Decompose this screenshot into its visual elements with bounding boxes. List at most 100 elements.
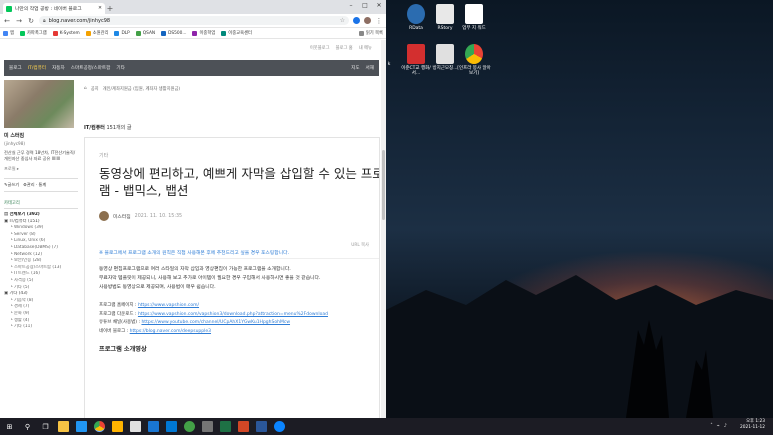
link-row: 프로그램 홈페이지 : https://www.vapshion.com/ [99, 303, 200, 309]
category-item[interactable]: └ 경제 (7) [4, 304, 78, 311]
minimize-button[interactable]: – [344, 0, 358, 10]
bookmark-star-icon[interactable]: ☆ [340, 17, 345, 24]
bookmark-item[interactable]: DLP [114, 30, 130, 36]
notepad-icon[interactable] [202, 421, 213, 432]
download-link[interactable]: https://www.vapshion.com/vapshion3/downl… [138, 312, 328, 317]
category-item[interactable]: └ Windows (39) [4, 225, 78, 232]
task-view-icon[interactable]: ❐ [40, 421, 51, 432]
new-tab-button[interactable]: + [105, 3, 115, 14]
app-icon[interactable] [112, 421, 123, 432]
nav-item[interactable]: 자동차 [52, 65, 65, 71]
powerpoint-icon[interactable] [238, 421, 249, 432]
scrollbar-thumb[interactable] [382, 150, 385, 220]
post-links: 프로그램 홈페이지 : https://www.vapshion.com/ 프로… [99, 302, 379, 336]
app-icon[interactable] [184, 421, 195, 432]
section-title: 프로그램 소개영상 [99, 346, 147, 354]
category-item[interactable]: └ 스마트공장/스마트팜 (13) [4, 265, 78, 272]
desktop-icon-chrome-shortcut[interactable]: [인프라 봉사 알아보기] [456, 44, 492, 76]
search-icon[interactable]: ⚲ [22, 421, 33, 432]
category-item[interactable]: └ 기음악 (8) [4, 298, 78, 305]
notice-bar[interactable]: ⌂ 공지 개인/계좌지원금 (입원, 계좌자 생활지원금) [84, 86, 380, 92]
bookmark-item[interactable]: DS500... [161, 30, 186, 36]
youtube-link[interactable]: https://www.youtube.com/channel/UCpAhX1Y… [141, 320, 290, 325]
bookmark-item[interactable]: 카파폭그램 [19, 30, 47, 36]
post-author[interactable]: 미스터짐 [113, 213, 131, 220]
profile-link[interactable]: 프로필 ▸ [4, 166, 78, 172]
network-icon[interactable]: ⌁ [717, 423, 720, 429]
bookmark-item[interactable]: QSAN [135, 30, 155, 36]
nav-item-selected[interactable]: IT/컴퓨터 [28, 65, 46, 71]
category-item[interactable]: └ Network (12) [4, 252, 78, 259]
top-link[interactable]: 내 메뉴 [359, 45, 372, 51]
link-row: 네이버 블로그 : https://blog.naver.com/deepsup… [99, 328, 212, 334]
bookmark-item[interactable]: 앱 [3, 30, 14, 36]
volume-icon[interactable]: ♪ [724, 423, 727, 429]
reading-list[interactable]: 읽기 목록 [358, 30, 383, 36]
clock[interactable]: 오후 1:23 2021-11-12 [740, 419, 765, 431]
nav-right-item[interactable]: 서재 [366, 65, 374, 71]
category-item[interactable]: └ 보안/인증 (28) [4, 258, 78, 265]
category-item[interactable]: └ 문화 (9) [4, 311, 78, 318]
address-bar[interactable]: 🔒︎ blog.naver.com/jinhyc98 ☆ [39, 16, 349, 25]
forward-icon[interactable]: → [15, 17, 23, 25]
close-tab-icon[interactable]: ✕ [98, 6, 102, 11]
nav-item[interactable]: 스마트공정/스마트팜 [71, 65, 111, 71]
post-category[interactable]: 기타 [99, 152, 379, 159]
profile-image[interactable] [4, 80, 74, 128]
edge-icon[interactable] [166, 421, 177, 432]
top-link[interactable]: 이웃블로그 [310, 45, 330, 51]
category-item[interactable]: └ IT트렌드 (16) [4, 271, 78, 278]
document-icon [465, 4, 483, 24]
blog-link[interactable]: https://blog.naver.com/deepsupple3 [130, 329, 211, 334]
category-item[interactable]: ▣ IT/컴퓨터 (151) [4, 219, 78, 226]
mail-icon[interactable] [148, 421, 159, 432]
menu-icon[interactable]: ⋮ [375, 17, 383, 25]
tab-blog[interactable]: 나만의 작업 공방 : 네이버 블로그 ✕ [3, 3, 105, 14]
category-item[interactable]: └ Server (8) [4, 232, 78, 239]
chevron-up-icon[interactable]: ˄ [710, 423, 713, 429]
nav-item[interactable]: 기타 [116, 65, 124, 71]
avatar-icon[interactable] [364, 17, 371, 24]
category-item[interactable]: ▣ 기타 (43) [4, 291, 78, 298]
app-icon[interactable] [76, 421, 87, 432]
category-item[interactable]: └ Database(DBMS) (7) [4, 245, 78, 252]
explorer-icon[interactable] [58, 421, 69, 432]
category-item[interactable]: └ 생활 (4) [4, 318, 78, 325]
chrome-icon[interactable] [94, 421, 105, 432]
desktop-icon-word-doc[interactable]: 업무 지 워드 [456, 4, 492, 31]
category-item[interactable]: └ 자격증 (5) [4, 278, 78, 285]
post-title: 동영상에 편리하고, 예쁘게 자막을 삽입할 수 있는 프로그램 - 뱁믹스, … [99, 166, 380, 198]
category-item[interactable]: └ 기타 (5) [4, 285, 78, 292]
nav-item[interactable]: 블로그 [9, 65, 22, 71]
edge-icon[interactable] [274, 421, 285, 432]
avatar[interactable] [99, 211, 109, 221]
windows-start-icon[interactable]: ⊞ [4, 421, 15, 432]
homepage-link[interactable]: https://www.vapshion.com/ [138, 303, 199, 308]
divider [99, 258, 379, 259]
write-button[interactable]: ✎글쓰기 [4, 182, 19, 188]
top-link[interactable]: 블로그 홈 [336, 45, 353, 51]
main-area: ⌂ 공지 개인/계좌지원금 (입원, 계좌자 생활지원금) IT/컴퓨터 151… [84, 80, 380, 418]
maximize-button[interactable]: □ [358, 0, 372, 10]
manage-button[interactable]: ⚙관리 · 통계 [23, 182, 46, 188]
bookmark-item[interactable]: 이중학업 [192, 30, 215, 36]
nav-right-item[interactable]: 지도 [351, 65, 359, 71]
scrollbar[interactable] [381, 40, 386, 418]
tab-title: 나만의 작업 공방 : 네이버 블로그 [15, 7, 82, 12]
app-icon[interactable] [130, 421, 141, 432]
word-icon[interactable] [256, 421, 267, 432]
tab-bar: 나만의 작업 공방 : 네이버 블로그 ✕ + – □ ✕ [0, 0, 386, 14]
bookmark-item[interactable]: 소원관리 [85, 30, 108, 36]
back-icon[interactable]: ← [3, 17, 11, 25]
category-item[interactable]: └ 기타 (11) [4, 324, 78, 331]
close-window-button[interactable]: ✕ [372, 0, 386, 10]
category-item[interactable]: └ Linux, Unix (6) [4, 238, 78, 245]
reload-icon[interactable]: ↻ [27, 17, 35, 25]
extension-icon[interactable] [353, 17, 360, 24]
category-item[interactable]: ▤ 전체보기 (392) [4, 212, 78, 219]
excel-icon[interactable] [220, 421, 231, 432]
url-copy-button[interactable]: URL 복사 [351, 242, 369, 248]
bookmark-item[interactable]: 이중교육센터 [221, 30, 252, 36]
browser-toolbar: ← → ↻ 🔒︎ blog.naver.com/jinhyc98 ☆ ⋮ [0, 14, 386, 28]
bookmark-item[interactable]: K-System [52, 30, 80, 36]
